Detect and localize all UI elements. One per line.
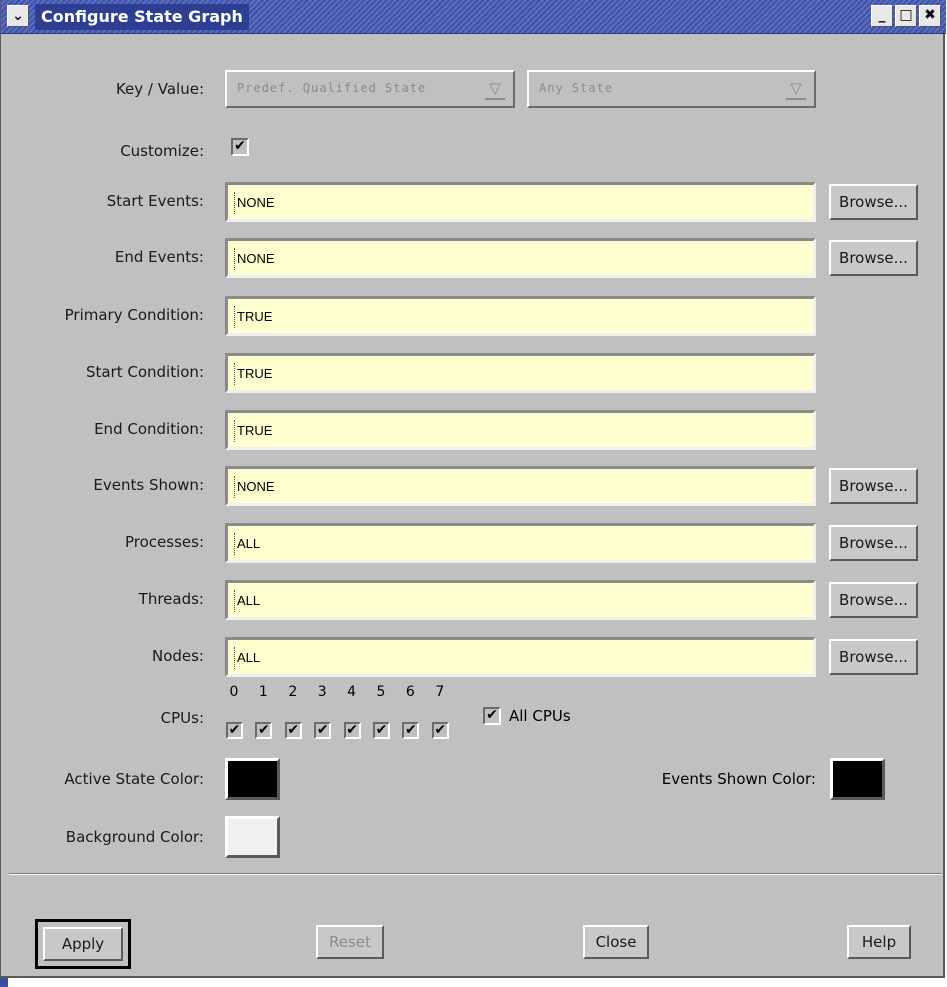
- cpu-number: 5: [376, 684, 386, 700]
- checkmark-icon: ✔: [228, 722, 241, 738]
- active-state-color-swatch[interactable]: [225, 758, 280, 800]
- close-icon: ✖: [924, 7, 936, 23]
- cpu-number: 7: [435, 684, 445, 700]
- configure-state-graph-dialog: ⌄ Configure State Graph _ □ ✖ Key / Valu…: [0, 0, 946, 978]
- checkmark-icon: ✔: [486, 707, 498, 723]
- text-field[interactable]: NONE: [225, 466, 816, 506]
- events-shown-color-label: Events Shown Color:: [661, 770, 816, 788]
- cpu-number: 2: [288, 684, 298, 700]
- field-label: Primary Condition:: [64, 306, 204, 324]
- text-field[interactable]: TRUE: [225, 353, 816, 393]
- field-label: Nodes:: [151, 647, 204, 665]
- background-color-swatch[interactable]: [225, 816, 280, 858]
- key-value-label: Key / Value:: [115, 80, 204, 98]
- field-label: Events Shown:: [93, 476, 204, 494]
- customize-label: Customize:: [120, 142, 204, 160]
- background-color-label: Background Color:: [65, 828, 204, 846]
- help-button[interactable]: Help: [847, 925, 911, 959]
- browse-button[interactable]: Browse...: [829, 240, 918, 276]
- minimize-icon: _: [878, 7, 886, 23]
- apply-button[interactable]: Apply: [43, 927, 123, 961]
- minimize-button[interactable]: _: [871, 5, 893, 27]
- all-cpus-checkbox[interactable]: ✔: [483, 707, 501, 725]
- key-select-value: Predef. Qualified State: [237, 81, 427, 95]
- field-value: ALL: [237, 593, 261, 608]
- cpu-number: 1: [258, 684, 268, 700]
- field-label: Processes:: [125, 533, 204, 551]
- dropdown-arrow-icon: ▽: [485, 78, 505, 100]
- field-value: NONE: [237, 479, 275, 494]
- cpus-label: CPUs:: [160, 709, 204, 727]
- field-label: End Condition:: [94, 420, 204, 438]
- field-label: Threads:: [138, 590, 204, 608]
- value-select-value: Any State: [539, 81, 614, 95]
- dropdown-arrow-icon: ▽: [786, 78, 806, 100]
- all-cpus-label: All CPUs: [509, 707, 571, 725]
- cpu-checkbox[interactable]: ✔: [402, 722, 420, 739]
- field-value: TRUE: [237, 423, 273, 438]
- active-state-color-label: Active State Color:: [64, 770, 204, 788]
- window-menu-button[interactable]: ⌄: [7, 5, 29, 27]
- text-field[interactable]: ALL: [225, 580, 816, 620]
- field-label: Start Events:: [106, 192, 204, 210]
- cpu-number: 3: [317, 684, 327, 700]
- checkmark-icon: ✔: [405, 722, 417, 738]
- field-value: TRUE: [237, 366, 273, 381]
- text-field[interactable]: ALL: [225, 637, 816, 677]
- checkmark-icon: ✔: [234, 138, 246, 154]
- field-value: ALL: [237, 536, 261, 551]
- cpu-number: 4: [347, 684, 357, 700]
- customize-checkbox[interactable]: ✔: [231, 138, 249, 156]
- events-shown-color-swatch[interactable]: [830, 758, 885, 800]
- close-window-button[interactable]: ✖: [919, 5, 941, 27]
- browse-button[interactable]: Browse...: [829, 184, 918, 220]
- apply-default-frame: Apply: [35, 919, 131, 969]
- checkmark-icon: ✔: [434, 722, 447, 738]
- cpu-checkbox[interactable]: ✔: [284, 722, 302, 739]
- cpu-checkbox[interactable]: ✔: [226, 722, 243, 739]
- checkmark-icon: ✔: [375, 722, 388, 738]
- key-select[interactable]: Predef. Qualified State ▽: [225, 70, 515, 108]
- browse-button[interactable]: Browse...: [829, 582, 918, 618]
- field-label: End Events:: [114, 248, 204, 266]
- text-field[interactable]: TRUE: [225, 296, 816, 336]
- cpu-checkbox[interactable]: ✔: [314, 722, 332, 739]
- chevron-down-icon: ⌄: [12, 8, 24, 24]
- field-value: TRUE: [237, 309, 273, 324]
- close-button[interactable]: Close: [583, 925, 649, 959]
- text-field[interactable]: NONE: [225, 182, 816, 222]
- cpu-number: 0: [229, 684, 239, 700]
- field-label: Start Condition:: [85, 363, 204, 381]
- cpu-checkbox[interactable]: ✔: [343, 722, 361, 739]
- field-value: ALL: [237, 650, 261, 665]
- value-select[interactable]: Any State ▽: [527, 70, 816, 108]
- maximize-button[interactable]: □: [895, 5, 917, 27]
- cpu-checkbox[interactable]: ✔: [431, 722, 449, 739]
- text-field[interactable]: ALL: [225, 523, 816, 563]
- cpu-number: 6: [405, 684, 415, 700]
- reset-button[interactable]: Reset: [316, 925, 384, 959]
- browse-button[interactable]: Browse...: [829, 639, 918, 675]
- cpu-checkbox[interactable]: ✔: [255, 722, 273, 739]
- footer-separator: [9, 873, 941, 875]
- title-bar[interactable]: ⌄ Configure State Graph _ □ ✖: [1, 0, 946, 34]
- checkmark-icon: ✔: [316, 722, 329, 738]
- checkmark-icon: ✔: [287, 722, 300, 738]
- cpu-checkbox[interactable]: ✔: [373, 722, 390, 739]
- field-value: NONE: [237, 251, 275, 266]
- checkmark-icon: ✔: [258, 722, 270, 738]
- checkmark-icon: ✔: [346, 722, 358, 738]
- text-field[interactable]: TRUE: [225, 410, 816, 450]
- window-title: Configure State Graph: [35, 4, 249, 30]
- maximize-icon: □: [899, 7, 913, 23]
- text-field[interactable]: NONE: [225, 238, 816, 278]
- browse-button[interactable]: Browse...: [829, 525, 918, 561]
- field-value: NONE: [237, 195, 275, 210]
- browse-button[interactable]: Browse...: [829, 468, 918, 504]
